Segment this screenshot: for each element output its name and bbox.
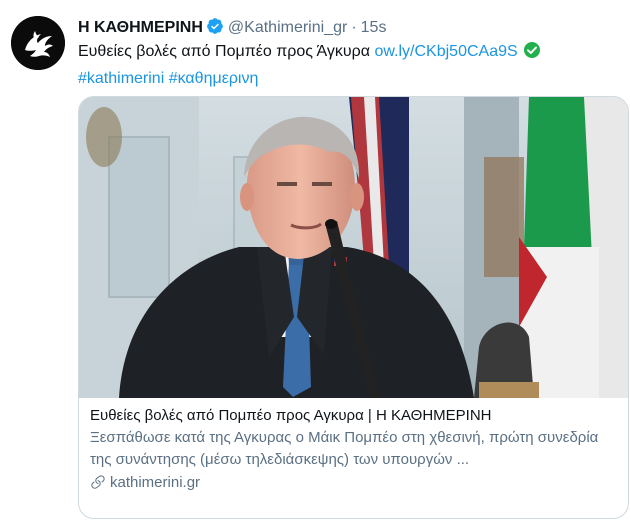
card-description: Ξεσπάθωσε κατά της Αγκυρας ο Μάικ Πομπέο… (90, 429, 599, 468)
card-image (79, 97, 628, 398)
card-domain-row[interactable]: kathimerini.gr (90, 472, 620, 497)
hashtag-kathimerini[interactable]: #kathimerini (78, 70, 164, 87)
card-text: Ευθείες βολές από Πομπέο προς Αγκυρα | Η… (90, 405, 620, 497)
author-handle[interactable]: @Kathimerini_gr (228, 19, 347, 36)
tweet-text-main: Ευθείες βολές από Πομπέο προς Άγκυρα (78, 43, 371, 60)
avatar[interactable] (11, 16, 65, 70)
tweet-link[interactable]: ow.ly/CKbj50CAa9S (374, 43, 517, 60)
hashtag-kathimerini-greek[interactable]: #καθημερινη (169, 70, 259, 87)
tweet-header: Η ΚΑΘΗΜΕΡΙΝΗ @Kathimerini_gr · 15s (78, 17, 620, 39)
kathimerini-logo-icon (11, 16, 65, 70)
card-title[interactable]: Ευθείες βολές από Πομπέο προς Αγκυρα | Η… (90, 405, 620, 427)
verified-badge-icon (206, 17, 224, 42)
author-name[interactable]: Η ΚΑΘΗΜΕΡΙΝΗ (78, 19, 203, 36)
header-separator: · (351, 19, 357, 36)
tweet-timestamp[interactable]: 15s (361, 19, 387, 36)
tweet[interactable]: Η ΚΑΘΗΜΕΡΙΝΗ @Kathimerini_gr · 15s Ευθείες … (0, 0, 630, 520)
tweet-text: Ευθείες βολές από Πομπέο προς Άγκυρα ow.… (78, 40, 618, 91)
card-domain: kathimerini.gr (110, 474, 201, 491)
link-icon (90, 474, 106, 497)
link-preview-card[interactable]: Ευθείες βολές από Πομπέο προς Αγκυρα | Η… (78, 96, 629, 519)
green-check-icon (523, 41, 541, 67)
